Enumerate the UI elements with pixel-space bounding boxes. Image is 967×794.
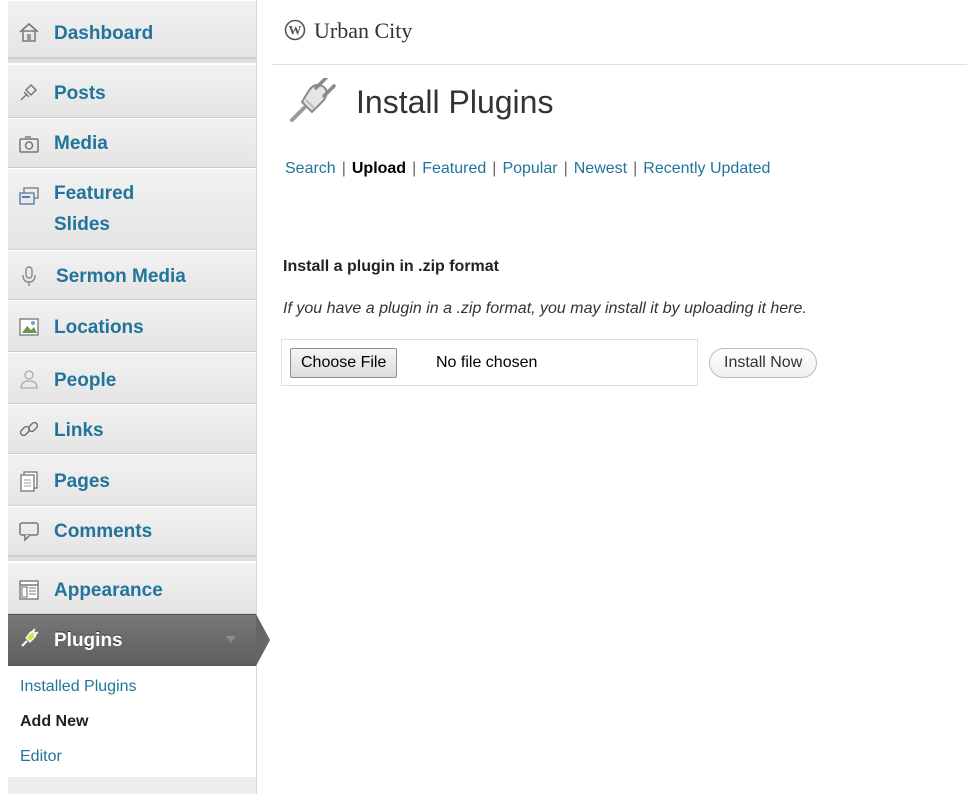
- subnav-search-link[interactable]: Search: [285, 160, 336, 177]
- choose-file-button[interactable]: Choose File: [290, 348, 398, 378]
- camera-icon: [18, 133, 40, 155]
- sidebar-item-label-line1: Featured: [54, 183, 135, 204]
- sidebar-item-links[interactable]: Links: [8, 404, 256, 454]
- slides-icon: [18, 185, 40, 207]
- sidebar-item-label-line2: Slides: [54, 214, 110, 235]
- sidebar-item-label: Appearance: [54, 580, 163, 601]
- sidebar-item-label: Dashboard: [54, 23, 154, 44]
- sidebar-item-label: Links: [54, 420, 104, 441]
- subnav-recently-updated-link[interactable]: Recently Updated: [643, 160, 770, 177]
- subnav-upload-current[interactable]: Upload: [352, 160, 406, 177]
- subnav-featured-link[interactable]: Featured: [422, 160, 486, 177]
- sidebar-item-label: People: [54, 370, 117, 391]
- sidebar-item-people[interactable]: People: [8, 352, 256, 404]
- plug-icon: [288, 76, 338, 124]
- sidebar-item-label: Plugins: [54, 630, 123, 651]
- page-title-text: Install Plugins: [356, 84, 554, 120]
- admin-sidebar: Dashboard Posts Media Featured Slides Se…: [8, 0, 257, 794]
- sidebar-item-label: Media: [54, 133, 108, 154]
- chain-link-icon: [18, 418, 40, 440]
- sidebar-item-posts[interactable]: Posts: [8, 64, 256, 118]
- picture-icon: [18, 316, 40, 338]
- microphone-icon: [18, 265, 40, 287]
- subnav-newest-link[interactable]: Newest: [574, 160, 627, 177]
- sidebar-item-locations[interactable]: Locations: [8, 300, 256, 352]
- speech-bubble-icon: [18, 520, 40, 542]
- sidebar-item-label: Comments: [54, 521, 153, 542]
- submenu-item-editor[interactable]: Editor: [20, 746, 62, 768]
- sidebar-item-media[interactable]: Media: [8, 118, 256, 168]
- sidebar-item-plugins[interactable]: Plugins: [8, 614, 256, 666]
- sidebar-item-sermon-media[interactable]: Sermon Media: [8, 250, 256, 300]
- wordpress-logo-icon: W: [284, 19, 306, 41]
- site-name: Urban City: [314, 18, 413, 43]
- upload-description: If you have a plugin in a .zip format, y…: [283, 300, 807, 317]
- file-status-text: No file chosen: [436, 354, 538, 371]
- sidebar-item-featured-slides[interactable]: Featured Slides: [8, 168, 256, 250]
- sidebar-item-comments[interactable]: Comments: [8, 506, 256, 556]
- sidebar-item-partial[interactable]: [8, 776, 256, 794]
- pushpin-icon: [18, 81, 40, 103]
- upload-heading: Install a plugin in .zip format: [283, 258, 500, 275]
- active-menu-arrow: [256, 614, 270, 666]
- sidebar-item-appearance[interactable]: Appearance: [8, 562, 256, 614]
- install-plugins-subnav: Search | Upload | Featured | Popular | Newest | Re…: [285, 160, 771, 177]
- pages-icon: [18, 470, 40, 492]
- subnav-popular-link[interactable]: Popular: [502, 160, 557, 177]
- sidebar-item-label: Locations: [54, 317, 144, 338]
- person-icon: [18, 368, 40, 390]
- sidebar-item-label: Pages: [54, 471, 110, 492]
- svg-text:W: W: [289, 23, 302, 38]
- file-upload-field: Choose File No file chosen: [281, 339, 698, 386]
- install-now-button[interactable]: Install Now: [709, 348, 818, 378]
- sidebar-item-label: Sermon Media: [56, 266, 186, 287]
- plugins-submenu: Installed Plugins Add New Editor: [8, 666, 256, 777]
- sidebar-item-label: Posts: [54, 83, 106, 104]
- sidebar-item-pages[interactable]: Pages: [8, 454, 256, 506]
- header-divider: [272, 64, 967, 65]
- chevron-down-icon[interactable]: [226, 636, 236, 643]
- plug-icon: [18, 628, 40, 650]
- submenu-item-add-new[interactable]: Add New: [20, 711, 88, 733]
- layout-icon: [18, 579, 40, 601]
- site-title[interactable]: W Urban City: [284, 18, 412, 44]
- house-icon: [18, 21, 40, 43]
- submenu-item-installed-plugins[interactable]: Installed Plugins: [20, 676, 137, 698]
- sidebar-item-dashboard[interactable]: Dashboard: [8, 0, 256, 58]
